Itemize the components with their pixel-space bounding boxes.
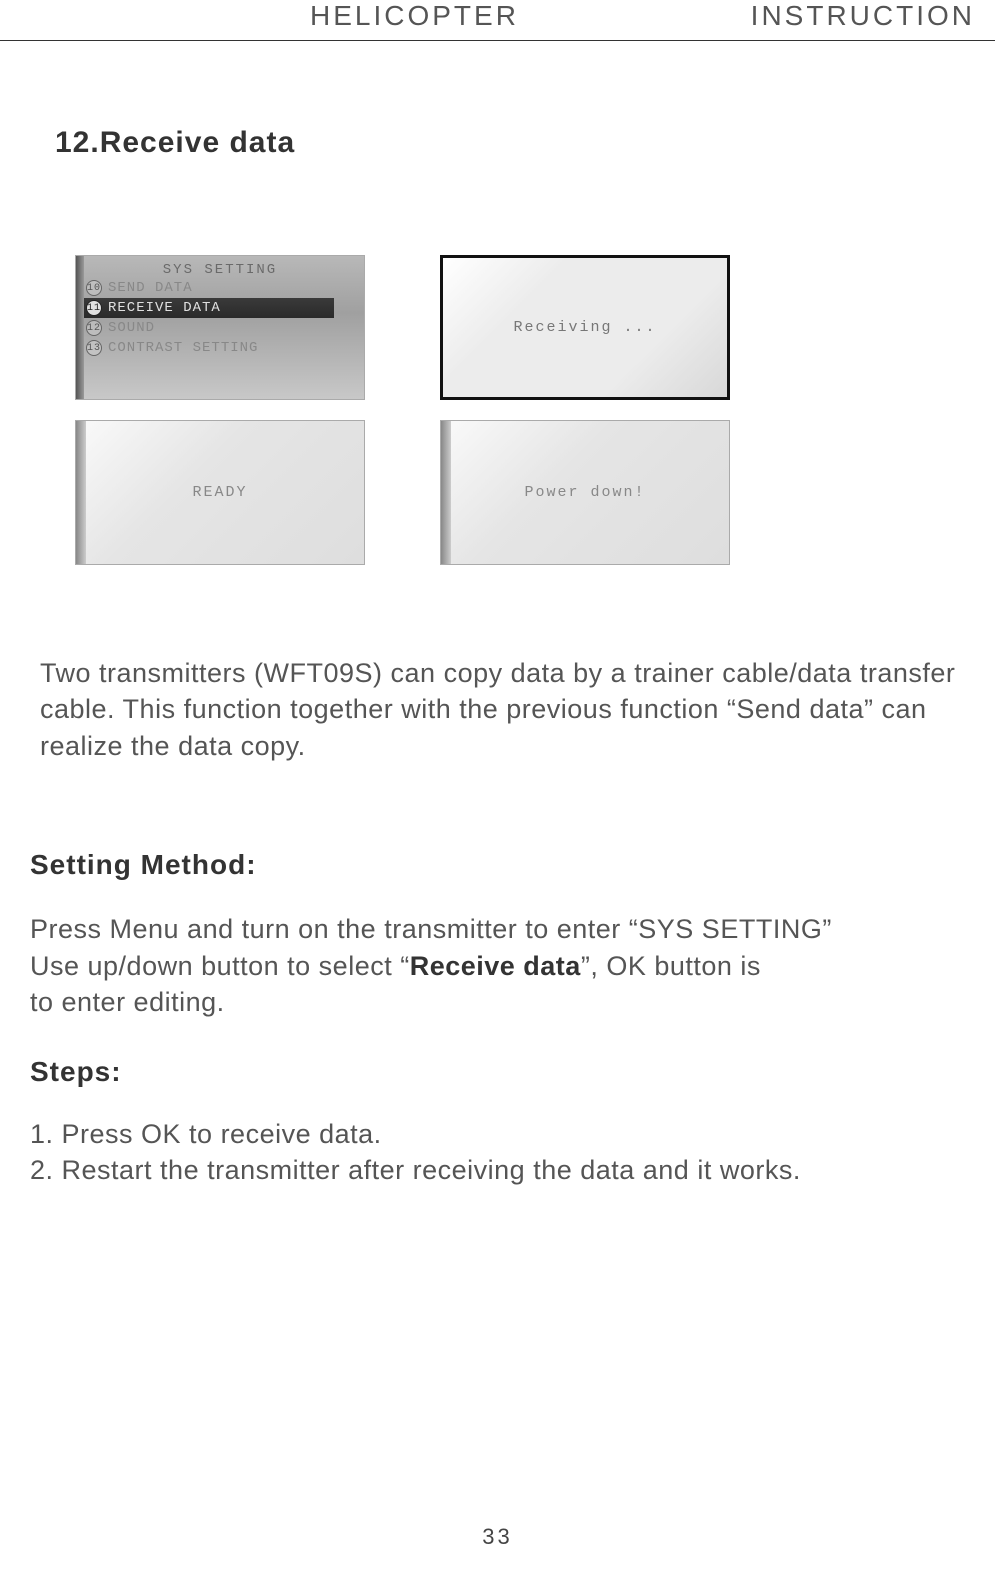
lcd-menu-row: 12 SOUND — [76, 318, 364, 338]
lcd-menu-row-label: RECEIVE DATA — [108, 300, 221, 316]
lcd-menu-row-label: SEND DATA — [108, 280, 193, 296]
lcd-menu-row: 13 CONTRAST SETTING — [76, 338, 364, 358]
lcd-receiving: Receiving ... — [440, 255, 730, 400]
method-line3: to enter editing. — [30, 987, 225, 1017]
lcd-ready: READY — [75, 420, 365, 565]
method-line2a: Use up/down button to select “ — [30, 951, 410, 981]
lcd-powerdown: Power down! — [440, 420, 730, 565]
lcd-menu-row-label: SOUND — [108, 320, 155, 336]
setting-method-body: Press Menu and turn on the transmitter t… — [30, 911, 975, 1020]
lcd-menu-row-selected: 11 RECEIVE DATA — [82, 298, 334, 318]
lcd-menu-row-num: 13 — [86, 340, 102, 356]
setting-method-heading: Setting Method: — [30, 849, 995, 881]
lcd-sys-setting-menu: SYS SETTING 10 SEND DATA 11 RECEIVE DATA… — [75, 255, 365, 400]
step-2: 2. Restart the transmitter after receivi… — [30, 1155, 801, 1185]
section-title: 12.Receive data — [55, 126, 995, 160]
method-line1: Press Menu and turn on the transmitter t… — [30, 914, 832, 944]
lcd-receiving-text: Receiving ... — [513, 319, 656, 336]
lcd-menu-row-num: 11 — [86, 300, 102, 316]
header-right: INSTRUCTION — [751, 0, 975, 32]
steps-body: 1. Press OK to receive data. 2. Restart … — [30, 1116, 975, 1189]
lcd-menu-row-num: 12 — [86, 320, 102, 336]
lcd-menu-title: SYS SETTING — [76, 256, 364, 278]
lcd-powerdown-text: Power down! — [524, 484, 645, 501]
lcd-screenshots: SYS SETTING 10 SEND DATA 11 RECEIVE DATA… — [75, 255, 995, 565]
step-1: 1. Press OK to receive data. — [30, 1119, 382, 1149]
method-line2b: ”, OK button is — [581, 951, 761, 981]
lcd-ready-text: READY — [192, 484, 247, 501]
steps-heading: Steps: — [30, 1056, 995, 1088]
page-number: 33 — [0, 1524, 995, 1550]
page-header: HELICOPTER INSTRUCTION — [0, 0, 995, 41]
method-bold: Receive data — [410, 951, 581, 981]
lcd-menu-row: 10 SEND DATA — [76, 278, 364, 298]
lcd-menu-row-label: CONTRAST SETTING — [108, 340, 258, 356]
lcd-menu-row-num: 10 — [86, 280, 102, 296]
intro-paragraph: Two transmitters (WFT09S) can copy data … — [40, 655, 975, 764]
header-left: HELICOPTER — [310, 0, 519, 32]
